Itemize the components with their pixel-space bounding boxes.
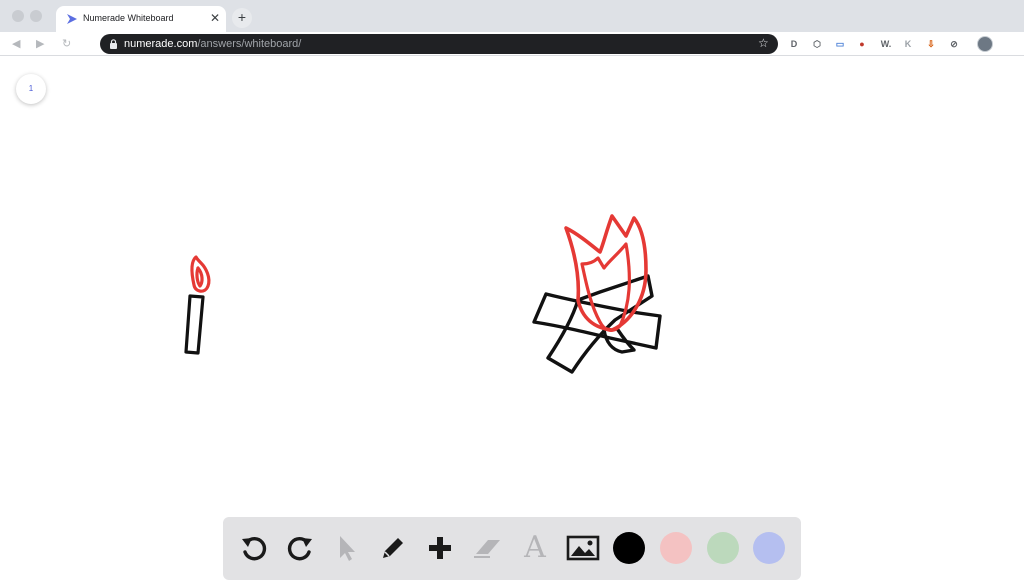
pen-icon	[383, 538, 403, 558]
eraser-icon	[474, 540, 500, 558]
pen-tool-button[interactable]	[376, 531, 410, 565]
drawing-layer	[184, 214, 662, 374]
pointer-tool-button[interactable]	[329, 531, 363, 565]
text-icon: A	[524, 530, 546, 565]
campfire-drawing	[532, 214, 662, 374]
pointer-icon	[340, 536, 355, 561]
color-swatch-green[interactable]	[707, 532, 739, 564]
add-icon	[429, 537, 451, 559]
undo-icon	[242, 537, 267, 561]
match-drawing	[184, 255, 211, 355]
color-swatch-pink[interactable]	[660, 532, 692, 564]
redo-button[interactable]	[283, 531, 317, 565]
color-swatch-black[interactable]	[613, 532, 645, 564]
text-tool-button[interactable]: A	[518, 531, 552, 565]
add-button[interactable]	[423, 531, 457, 565]
redo-icon	[287, 537, 312, 561]
undo-button[interactable]	[237, 531, 271, 565]
eraser-tool-button[interactable]	[470, 531, 504, 565]
color-swatch-blue[interactable]	[753, 532, 785, 564]
whiteboard-toolbar: A	[223, 517, 801, 580]
image-icon	[566, 535, 600, 561]
image-tool-button[interactable]	[566, 531, 600, 565]
